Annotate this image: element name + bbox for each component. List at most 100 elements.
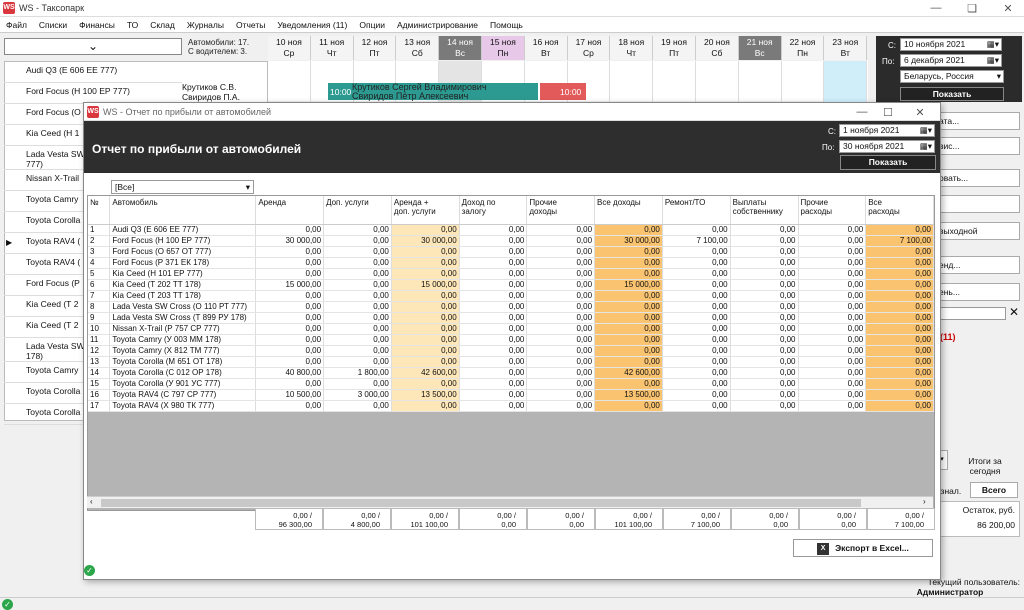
table-row[interactable]: 9 Lada Vesta SW Cross (Т 899 РУ 178) 0,00 0… — [88, 312, 934, 324]
menu-item[interactable]: Склад — [150, 20, 175, 30]
column-header[interactable]: Прочие доходы — [526, 196, 596, 225]
from-date-input[interactable]: 10 ноября 2021 ▦▾ — [900, 38, 1002, 51]
side-button-3[interactable]: овать... — [936, 169, 1020, 187]
booking-bar-end[interactable]: 10:00 — [540, 83, 586, 100]
table-cell: 9 — [88, 312, 111, 324]
collapse-button[interactable]: ⌄ — [4, 38, 182, 55]
tab-total[interactable]: Всего — [970, 482, 1018, 498]
menu-item[interactable]: Журналы — [187, 20, 224, 30]
menu-item[interactable]: Уведомления (11) — [277, 20, 347, 30]
scroll-left-icon[interactable]: ‹ — [90, 497, 93, 506]
side-button-6[interactable]: енд... — [936, 256, 1020, 274]
table-cell: 0,00 — [255, 400, 325, 412]
horizontal-scrollbar[interactable]: ‹ › — [87, 496, 933, 508]
report-from-date[interactable]: 1 ноября 2021 ▦▾ — [839, 124, 935, 137]
scroll-right-icon[interactable]: › — [923, 497, 926, 506]
driver-1: Крутиков С.В. — [182, 82, 237, 92]
table-row[interactable]: 16 Toyota RAV4 (С 797 СР 777) 10 500,00 3 0… — [88, 389, 934, 401]
column-header[interactable]: Прочие расходы — [798, 196, 867, 225]
side-button-1[interactable]: ата... — [936, 112, 1020, 130]
region-select[interactable]: Беларусь, Россия ▾ — [900, 70, 1004, 83]
date-header[interactable]: 13 ноя Сб — [396, 36, 440, 60]
date-header[interactable]: 17 ноя Ср — [567, 36, 611, 60]
table-row[interactable]: 2 Ford Focus (Н 100 ЕР 777) 30 000,00 0,00 3… — [88, 235, 934, 247]
table-row[interactable]: 10 Nissan X-Trail (Р 757 СР 777) 0,00 0,00 0… — [88, 323, 934, 335]
column-header[interactable]: Все доходы — [594, 196, 663, 225]
column-header[interactable]: № — [88, 196, 111, 225]
side-button-2[interactable]: вис... — [936, 137, 1020, 155]
report-show-button[interactable]: Показать — [840, 155, 936, 170]
calendar-icon[interactable]: ▦▾ — [987, 55, 1001, 66]
column-header[interactable]: Автомобиль — [109, 196, 257, 225]
date-header[interactable]: 15 ноя Пн — [482, 36, 525, 60]
side-button-5[interactable]: выходной — [936, 222, 1020, 240]
car-filter-select[interactable]: [Все] ▾ — [111, 180, 254, 194]
export-excel-button[interactable]: X Экспорт в Excel... — [793, 539, 933, 557]
column-header[interactable]: Доход по залогу — [459, 196, 528, 225]
region-value: Беларусь, Россия — [904, 71, 974, 81]
clear-icon[interactable]: ✕ — [1009, 305, 1019, 319]
menu-item[interactable]: Помощь — [490, 20, 523, 30]
table-row[interactable]: 11 Toyota Camry (У 003 ММ 178) 0,00 0,00 0,0… — [88, 334, 934, 346]
date-header[interactable]: 16 ноя Вт — [524, 36, 568, 60]
date-header[interactable]: 21 ноя Вс — [738, 36, 782, 60]
menu-item[interactable]: Файл — [6, 20, 27, 30]
menu-item[interactable]: Финансы — [79, 20, 115, 30]
menu-item[interactable]: Списки — [39, 20, 67, 30]
report-to-date[interactable]: 30 ноября 2021 ▦▾ — [839, 140, 935, 153]
table-row[interactable]: 17 Toyota RAV4 (Х 980 ТК 777) 0,00 0,00 0,00… — [88, 400, 934, 412]
date-header[interactable]: 12 ноя Пт — [353, 36, 397, 60]
close-icon[interactable]: ✕ — [910, 106, 930, 119]
scroll-thumb[interactable] — [101, 499, 861, 507]
car-list-item[interactable]: Ford Focus (Н 100 ЕР 777) — [4, 83, 182, 104]
date-header[interactable]: 23 ноя Вт — [824, 36, 868, 60]
close-icon[interactable]: ✕ — [998, 2, 1018, 15]
column-header[interactable]: Аренда + доп. услуги — [391, 196, 460, 225]
table-row[interactable]: 3 Ford Focus (О 657 ОТ 777) 0,00 0,00 0,00 0,… — [88, 246, 934, 258]
search-input[interactable] — [936, 307, 1006, 320]
side-button-4[interactable] — [936, 195, 1020, 213]
calendar-icon[interactable]: ▦▾ — [920, 125, 934, 136]
column-header[interactable]: Выплаты собственнику — [730, 196, 799, 225]
notifications-count[interactable]: (11) — [940, 332, 956, 342]
column-header[interactable]: Аренда — [255, 196, 325, 225]
menu-item[interactable]: ТО — [127, 20, 138, 30]
date-header[interactable]: 10 ноя Ср — [268, 36, 311, 60]
date-header[interactable]: 11 ноя Чт — [310, 36, 354, 60]
total-today: 0,00 / — [565, 511, 584, 520]
table-cell: 0,00 — [662, 268, 731, 280]
maximize-icon[interactable]: ☐ — [878, 106, 898, 119]
to-date-input[interactable]: 6 декабря 2021 ▦▾ — [900, 54, 1002, 67]
column-header[interactable]: Ремонт/ТО — [662, 196, 731, 225]
column-header[interactable]: Доп. услуги — [323, 196, 392, 225]
calendar-icon[interactable]: ▦▾ — [987, 39, 1001, 50]
side-button-7[interactable]: ень... — [936, 283, 1020, 301]
menu-item[interactable]: Отчеты — [236, 20, 265, 30]
table-row[interactable]: 1 Audi Q3 (Е 606 ЕЕ 777) 0,00 0,00 0,00 0,00 0… — [88, 224, 934, 236]
date-header[interactable]: 19 ноя Пт — [653, 36, 696, 60]
minimize-icon[interactable]: — — [852, 106, 872, 118]
menu-item[interactable]: Опции — [359, 20, 385, 30]
date-header[interactable]: 22 ноя Пн — [781, 36, 825, 60]
table-row[interactable]: 13 Toyota Corolla (М 651 ОТ 178) 0,00 0,00 0… — [88, 356, 934, 368]
table-row[interactable]: 15 Toyota Corolla (У 901 УС 777) 0,00 0,00 0… — [88, 378, 934, 390]
calendar-icon[interactable]: ▦▾ — [920, 141, 934, 152]
table-row[interactable]: 8 Lada Vesta SW Cross (О 110 РТ 777) 0,00 0… — [88, 301, 934, 313]
table-row[interactable]: 5 Kia Ceed (Н 101 ЕР 777) 0,00 0,00 0,00 0,00… — [88, 268, 934, 280]
column-header[interactable]: Все расходы — [865, 196, 934, 225]
table-row[interactable]: 12 Toyota Camry (Х 812 ТМ 777) 0,00 0,00 0,0… — [88, 345, 934, 357]
table-cell: 0,00 — [526, 334, 596, 346]
car-list-item[interactable]: Audi Q3 (Е 606 ЕЕ 777) — [4, 62, 182, 83]
date-header[interactable]: 18 ноя Чт — [610, 36, 654, 60]
restore-icon[interactable]: ❏ — [962, 2, 982, 15]
show-button[interactable]: Показать — [900, 87, 1004, 101]
minimize-icon[interactable]: — — [926, 2, 946, 14]
table-row[interactable]: 6 Kia Ceed (Т 202 ТТ 178) 15 000,00 0,00 15 … — [88, 279, 934, 291]
date-header[interactable]: 20 ноя Сб — [696, 36, 739, 60]
weekday-label: Вс — [455, 48, 466, 58]
menu-item[interactable]: Администрирование — [397, 20, 478, 30]
date-header[interactable]: 14 ноя Вс — [439, 36, 482, 60]
table-row[interactable]: 7 Kia Ceed (Т 203 ТТ 178) 0,00 0,00 0,00 0,00… — [88, 290, 934, 302]
table-row[interactable]: 14 Toyota Corolla (С 012 ОР 178) 40 800,00… — [88, 367, 934, 379]
table-row[interactable]: 4 Ford Focus (Р 371 ЕК 178) 0,00 0,00 0,00 0,… — [88, 257, 934, 269]
